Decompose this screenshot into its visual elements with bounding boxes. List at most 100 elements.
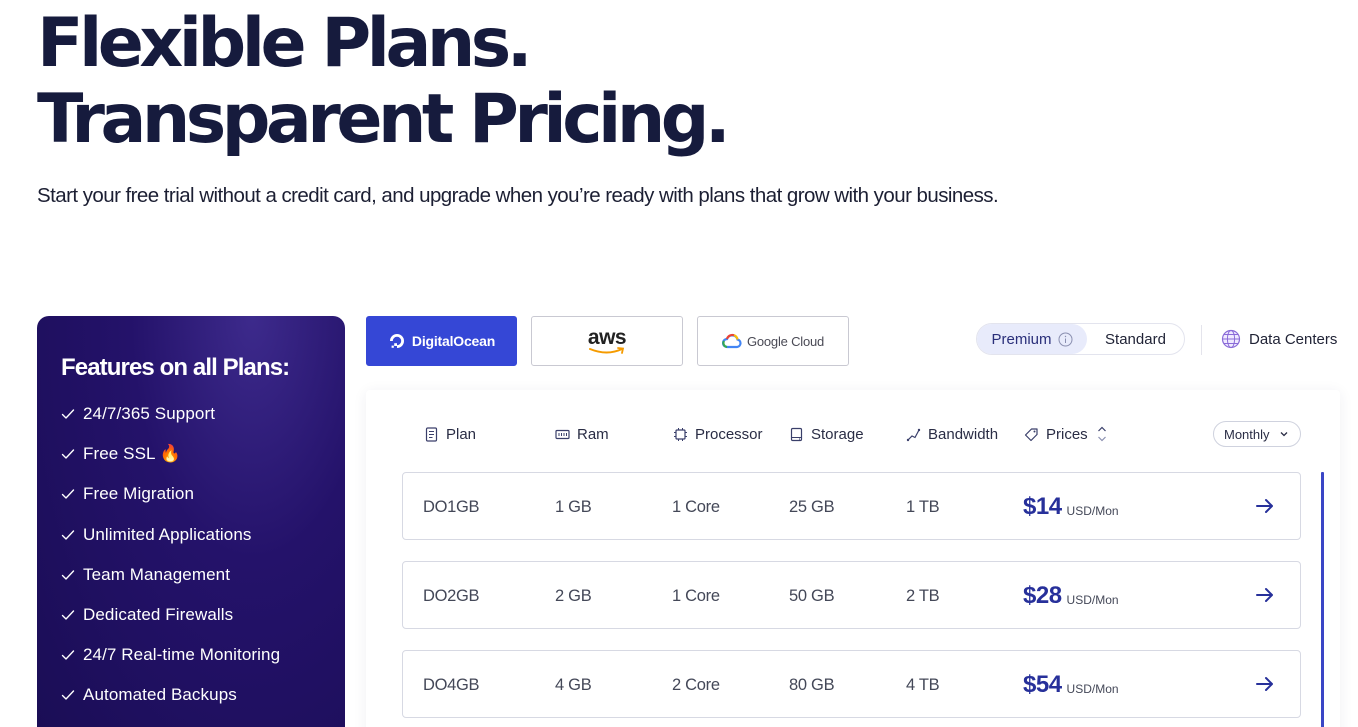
provider-tab-aws[interactable]: aws (531, 316, 683, 366)
tier-label: Standard (1105, 330, 1166, 348)
feature-item: Unlimited Applications (61, 515, 345, 555)
provider-tab-digitalocean[interactable]: DigitalOcean (366, 316, 517, 366)
column-header-storage: Storage (789, 424, 864, 444)
plan-price: $14 USD/Mon (1023, 473, 1119, 541)
check-icon (61, 487, 75, 501)
price-unit: USD/Mon (1066, 504, 1119, 518)
check-icon (61, 528, 75, 542)
billing-period-select[interactable]: Monthly (1213, 421, 1301, 447)
toolbar-divider (1201, 325, 1202, 355)
check-icon (61, 648, 75, 662)
features-card: Features on all Plans: 24/7/365 Support … (37, 316, 345, 727)
tier-standard-button[interactable]: Standard (1087, 324, 1184, 354)
column-header-processor: Processor (673, 424, 763, 444)
feature-label: Free SSL 🔥 (83, 444, 182, 464)
hero-title: Flexible Plans. Transparent Pricing. (31, 4, 731, 166)
sort-icon[interactable] (1096, 424, 1108, 444)
data-centers-link[interactable]: Data Centers (1221, 328, 1337, 350)
column-header-bandwidth: Bandwidth (906, 424, 998, 444)
arrow-right-icon[interactable] (1254, 495, 1276, 517)
feature-item: Team Management (61, 555, 345, 595)
price-amount: $14 (1023, 493, 1062, 520)
column-header-label: Storage (811, 425, 864, 443)
plan-row[interactable]: DO1GB 1 GB 1 Core 25 GB 1 TB $14 USD/Mon (402, 472, 1301, 540)
google-cloud-logo-icon (721, 333, 742, 349)
feature-label: Unlimited Applications (83, 524, 252, 544)
hero-title-line-2: Transparent Pricing. (31, 80, 731, 166)
arrow-right-icon[interactable] (1254, 584, 1276, 606)
plan-name: DO1GB (423, 497, 480, 516)
processor-icon (674, 427, 687, 441)
plan-price: $28 USD/Mon (1023, 562, 1119, 630)
column-header-prices[interactable]: Prices (1024, 424, 1108, 444)
price-amount: $54 (1023, 671, 1062, 698)
feature-item: 24/7/365 Support (61, 394, 345, 434)
hero-subtitle: Start your free trial without a credit c… (37, 184, 999, 207)
provider-label: aws (587, 326, 627, 349)
plan-storage: 80 GB (789, 675, 835, 694)
aws-smile-icon (588, 347, 625, 354)
provider-tab-google-cloud[interactable]: Google Cloud (697, 316, 849, 366)
plan-storage: 50 GB (789, 586, 835, 605)
feature-label: Automated Backups (83, 685, 237, 705)
plan-row[interactable]: DO2GB 2 GB 1 Core 50 GB 2 TB $28 USD/Mon (402, 561, 1301, 629)
provider-label: DigitalOcean (411, 333, 496, 349)
column-header-ram: Ram (555, 424, 609, 444)
column-header-label: Prices (1046, 425, 1088, 443)
tier-premium-button[interactable]: Premium (977, 324, 1087, 354)
arrow-right-icon[interactable] (1254, 673, 1276, 695)
price-unit: USD/Mon (1066, 682, 1119, 696)
info-icon[interactable] (1058, 332, 1073, 347)
column-header-label: Plan (446, 425, 477, 443)
column-header-label: Processor (695, 425, 763, 443)
bandwidth-icon (906, 428, 921, 441)
digitalocean-logo-icon (389, 334, 404, 348)
plan-ram: 2 GB (555, 586, 592, 605)
price-unit: USD/Mon (1066, 593, 1119, 607)
ram-icon (555, 429, 570, 439)
column-header-plan: Plan (424, 424, 476, 444)
plan-bandwidth: 1 TB (906, 497, 940, 516)
price-tag-icon (1024, 427, 1038, 441)
hero-title-line-2-text: Transparent Pricing. (37, 80, 731, 159)
feature-label: 24/7 Real-time Monitoring (83, 645, 281, 665)
feature-item: Automated Backups (61, 675, 345, 715)
features-title: Features on all Plans: (61, 354, 290, 381)
plan-icon (425, 426, 438, 442)
feature-label: Dedicated Firewalls (83, 605, 234, 625)
check-icon (61, 608, 75, 622)
feature-item: 24/7 Real-time Monitoring (61, 635, 345, 675)
check-icon (61, 688, 75, 702)
plan-price: $54 USD/Mon (1023, 651, 1119, 719)
column-header-label: Bandwidth (928, 425, 999, 443)
check-icon (61, 407, 75, 421)
feature-item: Free SSL 🔥 (61, 434, 345, 474)
chevron-down-icon (1280, 432, 1287, 437)
plan-row[interactable]: DO4GB 4 GB 2 Core 80 GB 4 TB $54 USD/Mon (402, 650, 1301, 718)
feature-label: 24/7/365 Support (83, 404, 216, 424)
column-header-label: Ram (577, 425, 609, 443)
plan-storage: 25 GB (789, 497, 835, 516)
hero-title-line-1: Flexible Plans. (37, 4, 533, 83)
tier-toggle: Premium Standard (976, 323, 1185, 355)
plan-name: DO4GB (423, 675, 480, 694)
scrollbar[interactable] (1321, 472, 1324, 727)
feature-label: Free Migration (83, 484, 194, 504)
price-amount: $28 (1023, 582, 1062, 609)
storage-icon (790, 427, 803, 441)
globe-icon (1221, 329, 1241, 349)
feature-item: Dedicated Firewalls (61, 595, 345, 635)
feature-label: Team Management (83, 564, 231, 584)
plan-name: DO2GB (423, 586, 480, 605)
plan-processor: 1 Core (672, 586, 720, 605)
plan-bandwidth: 2 TB (906, 586, 940, 605)
provider-label: Google Cloud (746, 333, 825, 349)
plan-processor: 2 Core (672, 675, 720, 694)
aws-logo-icon: aws (587, 326, 627, 355)
billing-period-value: Monthly (1224, 426, 1270, 442)
plan-ram: 1 GB (555, 497, 592, 516)
plan-processor: 1 Core (672, 497, 720, 516)
plan-ram: 4 GB (555, 675, 592, 694)
check-icon (61, 447, 75, 461)
feature-item: Free Migration (61, 474, 345, 514)
